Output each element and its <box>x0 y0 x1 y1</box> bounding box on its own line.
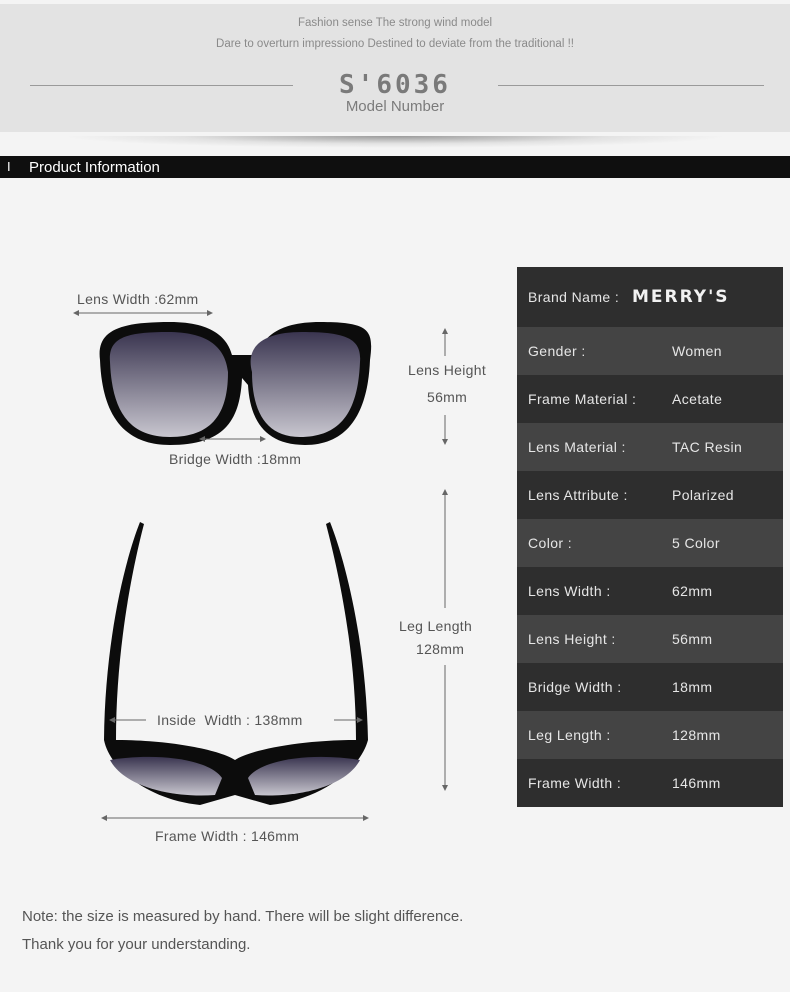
spec-row: Frame Width : 146mm <box>517 759 783 807</box>
spec-key: Leg Length : <box>528 727 611 743</box>
lens-width-label: Lens Width :62mm <box>77 291 199 307</box>
spec-row: Lens Height : 56mm <box>517 615 783 663</box>
spec-value: 5 Color <box>672 535 720 551</box>
bridge-width-label: Bridge Width :18mm <box>169 451 302 467</box>
spec-value: Women <box>672 343 722 359</box>
spec-key: Brand Name : <box>528 289 620 305</box>
note-line-1: Note: the size is measured by hand. Ther… <box>22 908 464 925</box>
spec-row: Lens Material : TAC Resin <box>517 423 783 471</box>
spec-value: 18mm <box>672 679 713 695</box>
inside-width-label: Inside Width : 138mm <box>157 712 303 728</box>
spec-row: Frame Material : Acetate <box>517 375 783 423</box>
spec-row: Color : 5 Color <box>517 519 783 567</box>
spec-value: Acetate <box>672 391 723 407</box>
leg-length-label: Leg Length <box>399 618 473 634</box>
frame-width-label: Frame Width : 146mm <box>155 828 300 844</box>
note-line-2: Thank you for your understanding. <box>22 936 251 953</box>
spec-row: Lens Width : 62mm <box>517 567 783 615</box>
lens-height-value: 56mm <box>427 389 468 405</box>
spec-row: Gender : Women <box>517 327 783 375</box>
spec-key: Frame Width : <box>528 775 622 791</box>
spec-key: Frame Material : <box>528 391 637 407</box>
spec-row: Leg Length : 128mm <box>517 711 783 759</box>
spec-row-brand: Brand Name : MERRY'S <box>517 267 783 327</box>
spec-value: 146mm <box>672 775 721 791</box>
spec-value: 62mm <box>672 583 713 599</box>
leg-length-value: 128mm <box>416 641 465 657</box>
brand-logo: MERRY'S <box>632 287 730 307</box>
spec-key: Lens Width : <box>528 583 611 599</box>
spec-value: TAC Resin <box>672 439 743 455</box>
spec-key: Bridge Width : <box>528 679 622 695</box>
spec-row: Bridge Width : 18mm <box>517 663 783 711</box>
spec-row: Lens Attribute : Polarized <box>517 471 783 519</box>
spec-key: Gender : <box>528 343 586 359</box>
spec-value: 128mm <box>672 727 721 743</box>
top-view-glasses <box>104 522 368 805</box>
spec-key: Color : <box>528 535 573 551</box>
spec-key: Lens Height : <box>528 631 616 647</box>
spec-value: 56mm <box>672 631 713 647</box>
spec-table: Brand Name : MERRY'S Gender : Women Frame … <box>517 267 783 807</box>
spec-key: Lens Material : <box>528 439 626 455</box>
spec-value: Polarized <box>672 487 734 503</box>
lens-height-label: Lens Height <box>408 362 487 378</box>
front-view-glasses <box>99 322 372 445</box>
spec-key: Lens Attribute : <box>528 487 628 503</box>
